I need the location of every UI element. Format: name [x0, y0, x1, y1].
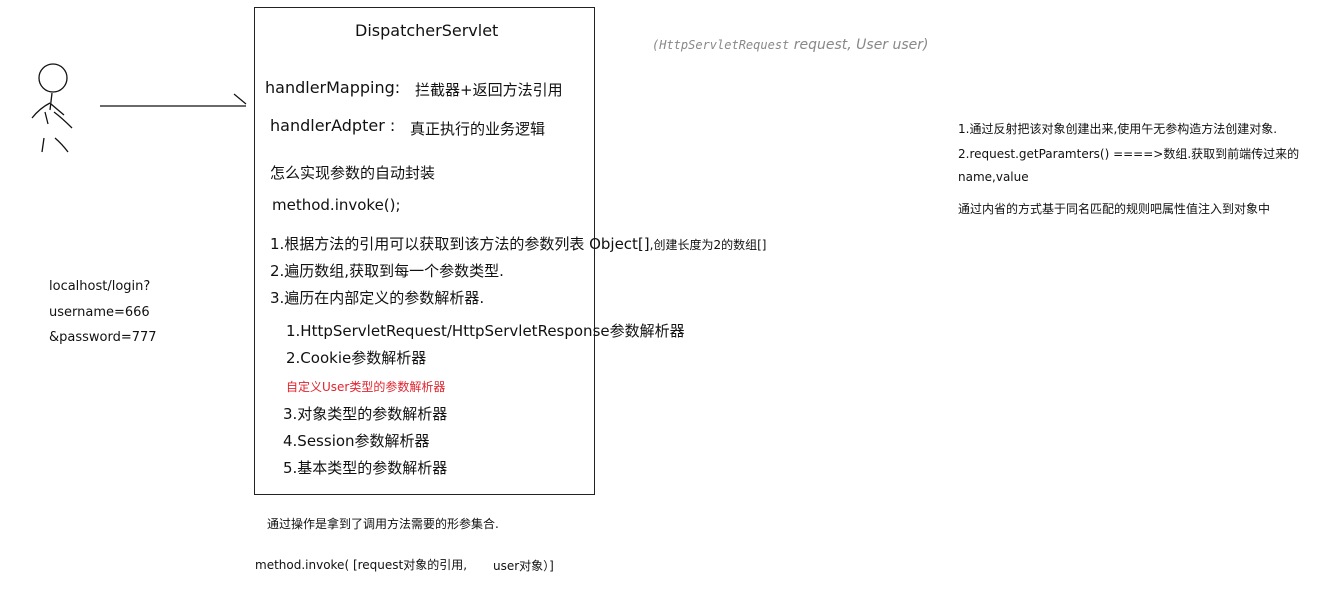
step-1-main: 1.根据方法的引用可以获取到该方法的参数列表 Object[] — [270, 235, 650, 253]
handler-adapter-desc: 真正执行的业务逻辑 — [410, 120, 546, 138]
step-3: 3.遍历在内部定义的参数解析器. — [270, 289, 485, 307]
method-signature: (HttpServletRequest request, User user) — [652, 34, 929, 53]
right-note: 1.通过反射把该对象创建出来,使用午无参构造方法创建对象. — [958, 122, 1278, 136]
box-title: DispatcherServlet — [355, 21, 499, 40]
request-arrow — [100, 93, 247, 107]
resolver-item: 1.HttpServletRequest/HttpServletResponse… — [286, 322, 685, 340]
invoke-args-right: user对象）] — [493, 559, 554, 573]
resolver-item: 2.Cookie参数解析器 — [286, 349, 427, 367]
right-note: 通过内省的方式基于同名匹配的规则吧属性值注入到对象中 — [958, 202, 1271, 216]
url-line: &password=777 — [49, 330, 157, 345]
signature-rest: request, User user) — [789, 37, 929, 53]
resolver-item: 5.基本类型的参数解析器 — [283, 459, 448, 477]
method-invoke-call: method.invoke(); — [272, 196, 401, 214]
custom-user-resolver: 自定义User类型的参数解析器 — [286, 380, 446, 394]
operation-note: 通过操作是拿到了调用方法需要的形参集合. — [267, 517, 499, 531]
step-1-note: ,创建长度为2的数组[] — [649, 238, 767, 252]
right-note: name,value — [958, 170, 1029, 184]
drawing-layer — [31, 63, 247, 153]
step-2: 2.遍历数组,获取到每一个参数类型. — [270, 262, 504, 280]
invoke-args-left: method.invoke( [request对象的引用, — [255, 558, 468, 572]
signature-mono: (HttpServletRequest — [652, 38, 790, 52]
resolver-item: 4.Session参数解析器 — [283, 432, 430, 450]
step-1: 1.根据方法的引用可以获取到该方法的参数列表 Object[],创建长度为2的数… — [270, 233, 766, 254]
url-line: username=666 — [49, 305, 150, 320]
auto-binding-question: 怎么实现参数的自动封装 — [270, 164, 436, 182]
stick-figure-icon — [31, 63, 73, 153]
resolver-item: 3.对象类型的参数解析器 — [283, 405, 448, 423]
right-note: 2.request.getParamters() ====>数组.获取到前端传过… — [958, 147, 1300, 161]
handler-adapter-label: handlerAdpter : — [270, 116, 396, 135]
handler-mapping-desc: 拦截器+返回方法引用 — [415, 81, 563, 99]
handler-mapping-label: handlerMapping: — [265, 78, 401, 97]
url-line: localhost/login? — [49, 279, 151, 294]
